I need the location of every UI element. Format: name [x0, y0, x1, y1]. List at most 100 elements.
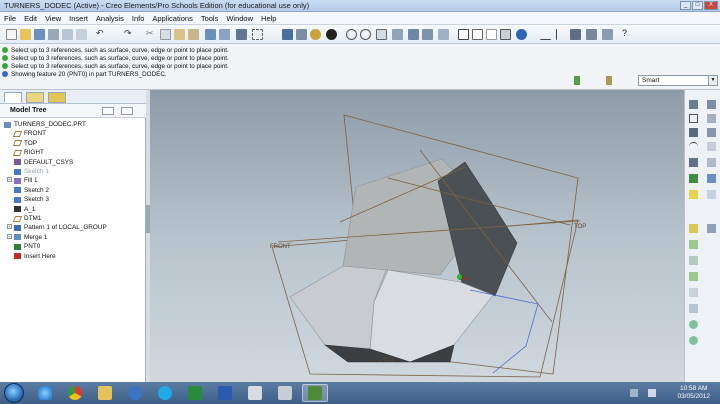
tree-item[interactable]: Sketch 1 [14, 167, 49, 176]
taskbar-excel[interactable] [182, 384, 208, 402]
tree-show-icon[interactable] [121, 107, 133, 115]
expand-icon[interactable]: + [7, 233, 12, 239]
taskbar-calculator[interactable] [272, 384, 298, 402]
system-clock[interactable]: 10:58 AM 03/05/2012 [677, 385, 710, 401]
point-tool-icon[interactable] [707, 128, 716, 137]
trim-tool-icon[interactable] [689, 336, 698, 345]
menu-file[interactable]: File [4, 14, 16, 23]
taskbar-ie[interactable] [32, 384, 58, 402]
network-icon[interactable] [648, 389, 656, 397]
email-icon[interactable] [62, 29, 73, 40]
tree-item[interactable]: + Fill 1 [7, 176, 38, 185]
menu-applications[interactable]: Applications [152, 14, 192, 23]
curve-tool-icon[interactable] [689, 142, 698, 151]
csys-tool-icon[interactable] [689, 158, 698, 167]
volume-icon[interactable] [630, 389, 638, 397]
merge-tool-icon[interactable] [689, 320, 698, 329]
tree-item[interactable]: TOP [12, 139, 37, 148]
cut-icon[interactable]: ✂ [146, 29, 157, 40]
hidden-line-icon[interactable] [472, 29, 483, 40]
paste-special-icon[interactable] [188, 29, 199, 40]
tree-settings-icon[interactable] [102, 107, 114, 115]
undo-icon[interactable]: ↶ [96, 29, 107, 40]
refit-icon[interactable] [376, 29, 387, 40]
tree-item[interactable]: FRONT [12, 129, 46, 138]
enhanced-realism-icon[interactable] [516, 29, 527, 40]
axis-tool-icon[interactable] [707, 100, 716, 109]
model-view[interactable]: FRONT TOP DTM1 [150, 90, 684, 382]
blend-tool-icon[interactable] [707, 190, 716, 199]
hole-tool-icon[interactable] [689, 224, 698, 233]
menu-view[interactable]: View [45, 14, 61, 23]
spin-center-icon[interactable] [310, 29, 321, 40]
round-tool-icon[interactable] [689, 272, 698, 281]
revolve-tool-icon[interactable] [707, 174, 716, 183]
orient-icon[interactable] [296, 29, 307, 40]
menu-window[interactable]: Window [226, 14, 253, 23]
expand-icon[interactable]: + [7, 224, 12, 230]
no-hidden-icon[interactable] [486, 29, 497, 40]
shaded-icon[interactable] [500, 29, 511, 40]
tab-model-tree[interactable] [4, 92, 22, 103]
csys-display-icon[interactable] [586, 29, 597, 40]
zoom-out-icon[interactable] [360, 29, 371, 40]
graphics-window[interactable]: FRONT TOP DTM1 [150, 90, 684, 382]
analysis-tool-icon[interactable] [707, 158, 716, 167]
taskbar-creo[interactable] [302, 384, 328, 402]
taskbar-explorer[interactable] [92, 384, 118, 402]
expand-icon[interactable]: + [7, 177, 12, 183]
regenerate-icon[interactable] [205, 29, 216, 40]
minimize-button[interactable]: _ [680, 1, 691, 10]
datum-planes-icon[interactable] [540, 29, 551, 40]
tree-item[interactable]: Sketch 2 [14, 186, 49, 195]
wireframe-icon[interactable] [458, 29, 469, 40]
taskbar-media[interactable] [242, 384, 268, 402]
redo-icon[interactable]: ↷ [124, 29, 135, 40]
taskbar-itunes[interactable] [122, 384, 148, 402]
tree-item[interactable]: DTM1 [12, 214, 41, 223]
tree-item[interactable]: + Pattern 1 of LOCAL_GROUP [7, 223, 107, 232]
sweep-tool-icon[interactable] [689, 190, 698, 199]
maximize-button[interactable]: □ [692, 1, 703, 10]
shading-icon[interactable] [326, 29, 337, 40]
tree-item[interactable]: A_1 [14, 205, 35, 214]
box-select-icon[interactable] [252, 29, 263, 40]
annotation-icon[interactable] [602, 29, 613, 40]
menu-insert[interactable]: Insert [69, 14, 88, 23]
saved-views-icon[interactable] [408, 29, 419, 40]
print-icon[interactable] [48, 29, 59, 40]
plane-tool-icon[interactable] [689, 114, 698, 123]
copy-icon[interactable] [160, 29, 171, 40]
datum-axes-icon[interactable] [556, 29, 567, 40]
close-button[interactable]: X [704, 1, 718, 10]
tab-folder-browser[interactable] [26, 92, 44, 103]
sketch-tool-icon[interactable] [707, 142, 716, 151]
menu-edit[interactable]: Edit [24, 14, 37, 23]
tree-item[interactable]: Sketch 3 [14, 195, 49, 204]
tree-item[interactable]: Insert Here [14, 252, 56, 261]
view-manager-icon[interactable] [438, 29, 449, 40]
chevron-down-icon[interactable]: ▼ [708, 76, 717, 85]
context-help-icon[interactable]: ? [622, 29, 633, 40]
tree-item[interactable]: DEFAULT_CSYS [14, 158, 73, 167]
paste-icon[interactable] [174, 29, 185, 40]
shell-tool-icon[interactable] [707, 224, 716, 233]
tab-favorites[interactable] [48, 92, 66, 103]
select-icon[interactable] [236, 29, 247, 40]
taskbar-word[interactable] [212, 384, 238, 402]
menu-help[interactable]: Help [261, 14, 276, 23]
tree-item[interactable]: RIGHT [12, 148, 44, 157]
repaint-icon[interactable] [282, 29, 293, 40]
new-file-icon[interactable] [6, 29, 17, 40]
datum-tool-icon[interactable] [707, 114, 716, 123]
save-icon[interactable] [34, 29, 45, 40]
window-icon[interactable] [76, 29, 87, 40]
menu-analysis[interactable]: Analysis [96, 14, 124, 23]
layers-icon[interactable] [422, 29, 433, 40]
tree-item[interactable]: PNT0 [14, 242, 40, 251]
tree-item[interactable]: + Merge 1 [7, 233, 47, 242]
reorient-icon[interactable] [392, 29, 403, 40]
start-button[interactable] [4, 383, 24, 403]
tree-item[interactable]: TURNERS_DODEC.PRT [4, 120, 86, 129]
zoom-in-icon[interactable] [346, 29, 357, 40]
